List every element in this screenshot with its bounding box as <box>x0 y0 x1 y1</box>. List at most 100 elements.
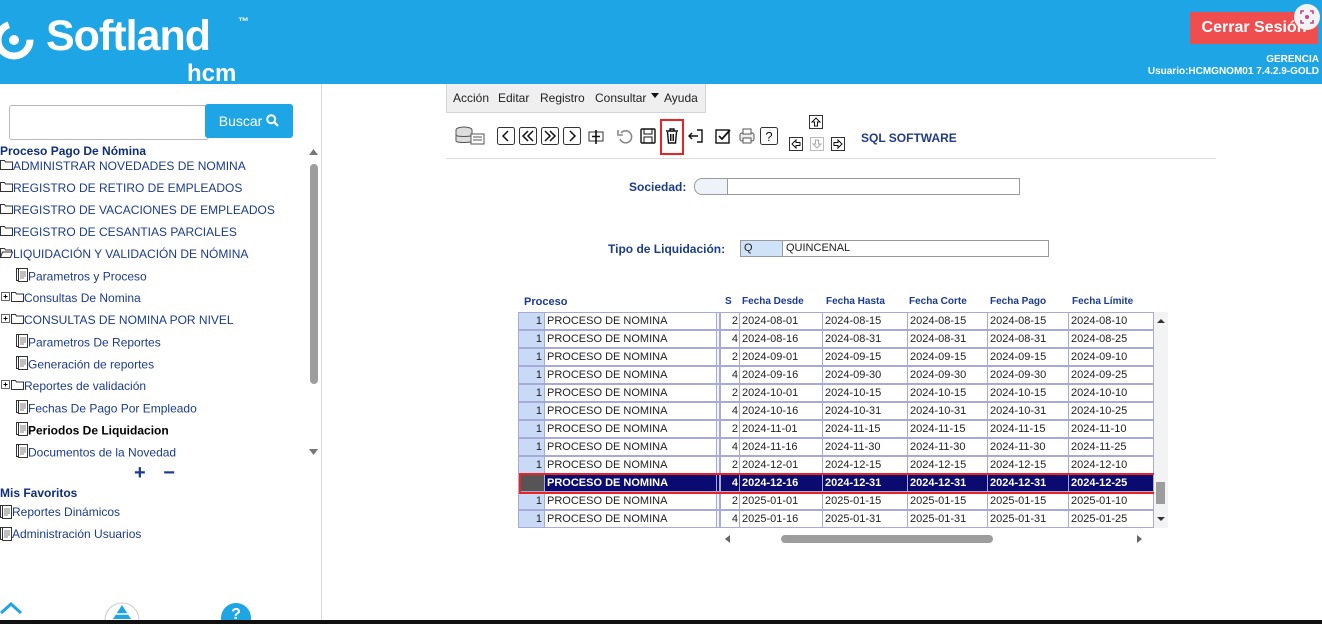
document-icon <box>0 526 12 541</box>
scroll-up-icon[interactable] <box>1154 316 1168 326</box>
scroll-right-icon[interactable] <box>1135 532 1145 546</box>
folder-icon <box>11 291 24 305</box>
tree-item-registro-cesantias[interactable]: REGISTRO DE CESANTIAS PARCIALES <box>0 224 237 244</box>
tree-item-documentos-novedad[interactable]: Documentos de la Novedad <box>16 444 176 464</box>
arrow-left-icon[interactable] <box>789 137 803 151</box>
company-name: GERENCIA <box>1266 54 1319 65</box>
tree-item-liquidacion-validacion[interactable]: LIQUIDACIÓN Y VALIDACIÓN DE NÓMINA <box>0 246 248 266</box>
table-row[interactable]: 1 PROCESO DE NOMINA 2 2024-10-01 2024-10-15 2… <box>518 384 1154 402</box>
table-row[interactable]: 1 PROCESO DE NOMINA 2 2024-08-01 2024-08-15 2… <box>518 312 1154 330</box>
bottom-edge <box>0 620 1322 624</box>
expand-icon[interactable] <box>0 313 11 327</box>
folder-icon <box>0 203 13 217</box>
exit-icon[interactable] <box>687 127 705 145</box>
tree-item-parametros-proceso[interactable]: Parametros y Proceso <box>16 268 147 288</box>
svg-text:?: ? <box>765 129 772 144</box>
home-icon[interactable] <box>0 602 22 620</box>
tree-item-consultas-nomina[interactable]: Consultas De Nomina <box>0 290 141 310</box>
tree-item-parametros-reportes[interactable]: Parametros De Reportes <box>16 334 161 354</box>
search-button[interactable]: Buscar <box>205 104 293 138</box>
header-fecha-hasta: Fecha Hasta <box>826 296 885 307</box>
tree-item-fechas-pago[interactable]: Fechas De Pago Por Empleado <box>16 400 197 420</box>
menu-consultar[interactable]: Consultar <box>595 91 646 105</box>
tree-item-registro-vacaciones[interactable]: REGISTRO DE VACACIONES DE EMPLEADOS <box>0 202 275 222</box>
user-info: GERENCIA Usuario:HCMGNOM01 7.4.2.9-GOLD <box>1148 54 1319 78</box>
expand-icon[interactable] <box>0 291 11 305</box>
sidebar: Buscar Proceso Pago De Nómina ADMINISTRA… <box>0 84 322 620</box>
arrow-right-icon[interactable] <box>831 137 845 151</box>
table-row[interactable]: 1 PROCESO DE NOMINA 4 2024-10-16 2024-10-31 2… <box>518 402 1154 420</box>
tree-item-registro-retiro[interactable]: REGISTRO DE RETIRO DE EMPLEADOS <box>0 180 242 200</box>
menu-accion[interactable]: Acción <box>453 91 489 105</box>
table-row[interactable]: 1 PROCESO DE NOMINA 2 2025-01-01 2025-01-15 2… <box>518 492 1154 510</box>
document-icon <box>16 444 28 461</box>
scroll-down-icon[interactable] <box>1154 514 1168 524</box>
document-icon <box>16 334 28 351</box>
tree-scroll-thumb[interactable] <box>310 164 318 384</box>
help-icon[interactable]: ? <box>760 127 778 145</box>
save-icon[interactable] <box>639 127 657 145</box>
table-row[interactable]: 1 PROCESO DE NOMINA 4 2025-01-16 2025-01-31 2… <box>518 510 1154 528</box>
table-row[interactable]: 1 PROCESO DE NOMINA 2 2024-11-01 2024-11-15 2… <box>518 420 1154 438</box>
tree-item-generacion-reportes[interactable]: Generación de reportes <box>16 356 154 376</box>
folder-icon <box>0 225 13 239</box>
last-icon[interactable] <box>541 127 559 145</box>
help-circle-icon[interactable]: ? <box>220 602 252 620</box>
tipo-code-field[interactable]: Q <box>740 240 783 257</box>
logo-glyph-icon <box>0 20 34 60</box>
folder-icon <box>11 313 24 327</box>
undo-icon[interactable] <box>616 127 634 145</box>
scroll-left-icon[interactable] <box>722 532 732 546</box>
table-row[interactable]: 1 PROCESO DE NOMINA 4 2024-08-16 2024-08-31 2… <box>518 330 1154 348</box>
arrow-up-icon[interactable] <box>809 115 823 129</box>
header-fecha-corte: Fecha Corte <box>909 296 967 307</box>
document-icon <box>0 504 12 519</box>
grid-hscroll-thumb[interactable] <box>781 535 993 543</box>
folder-open-icon <box>0 247 14 261</box>
grid-vscroll-thumb[interactable] <box>1156 482 1165 504</box>
screen-capture-icon[interactable] <box>1294 4 1320 30</box>
tree-item-consultas-nivel[interactable]: CONSULTAS DE NOMINA POR NIVEL <box>0 312 234 332</box>
sitemap-icon[interactable] <box>104 602 140 620</box>
check-icon[interactable] <box>714 127 732 145</box>
table-row[interactable]: 1 PROCESO DE NOMINA 4 2024-09-16 2024-09-30 2… <box>518 366 1154 384</box>
print-icon[interactable] <box>738 127 756 145</box>
prev-icon[interactable] <box>497 127 515 145</box>
header-s: S <box>725 296 732 307</box>
next-icon[interactable] <box>563 127 581 145</box>
sociedad-name-field[interactable] <box>727 178 1020 195</box>
table-row[interactable]: 1 PROCESO DE NOMINA 2 2024-09-01 2024-09-15 2… <box>518 348 1154 366</box>
expand-collapse-controls[interactable]: + − <box>134 462 181 485</box>
tipo-liquidacion-label: Tipo de Liquidación: <box>608 242 726 256</box>
table-row[interactable]: 1 PROCESO DE NOMINA 2 2024-12-01 2024-12-15 2… <box>518 456 1154 474</box>
insert-icon[interactable] <box>587 127 605 145</box>
scroll-down-icon[interactable] <box>308 448 319 456</box>
search-icon <box>266 114 280 127</box>
menu-editar[interactable]: Editar <box>498 91 529 105</box>
menu-registro[interactable]: Registro <box>540 91 585 105</box>
favorite-reportes-dinamicos[interactable]: Reportes Dinámicos <box>0 504 120 524</box>
tree-item-periodos-liquidacion[interactable]: Periodos De Liquidacion <box>16 422 169 442</box>
first-icon[interactable] <box>519 127 537 145</box>
tipo-name-field[interactable]: QUINCENAL <box>782 240 1049 257</box>
menu-ayuda[interactable]: Ayuda <box>664 91 698 105</box>
document-icon <box>16 422 28 439</box>
table-row[interactable]: 1 PROCESO DE NOMINA 4 2024-11-16 2024-11-30 2… <box>518 438 1154 456</box>
expand-icon[interactable] <box>0 379 11 393</box>
chevron-down-icon <box>651 93 659 98</box>
database-icon[interactable] <box>454 126 486 145</box>
scroll-up-icon[interactable] <box>308 148 319 156</box>
favorite-administracion-usuarios[interactable]: Administración Usuarios <box>0 526 141 546</box>
app-header: Softland ™ hcm Cerrar Sesión GERENCIA Us… <box>0 0 1322 87</box>
menu-bar: Acción Editar Registro Consultar Ayuda <box>446 84 706 113</box>
grid-vertical-scrollbar[interactable] <box>1154 312 1168 528</box>
arrow-down-icon[interactable] <box>810 137 824 151</box>
folder-icon <box>0 159 13 173</box>
tree-item-administrar-novedades[interactable]: ADMINISTRAR NOVEDADES DE NOMINA <box>0 158 246 178</box>
sociedad-code-field[interactable] <box>694 178 728 195</box>
brand-name: Softland <box>46 12 211 60</box>
search-input[interactable] <box>9 105 209 140</box>
tree-title: Proceso Pago De Nómina <box>0 144 147 158</box>
tree-item-reportes-validacion[interactable]: Reportes de validación <box>0 378 146 398</box>
favorites-title: Mis Favoritos <box>0 486 78 500</box>
